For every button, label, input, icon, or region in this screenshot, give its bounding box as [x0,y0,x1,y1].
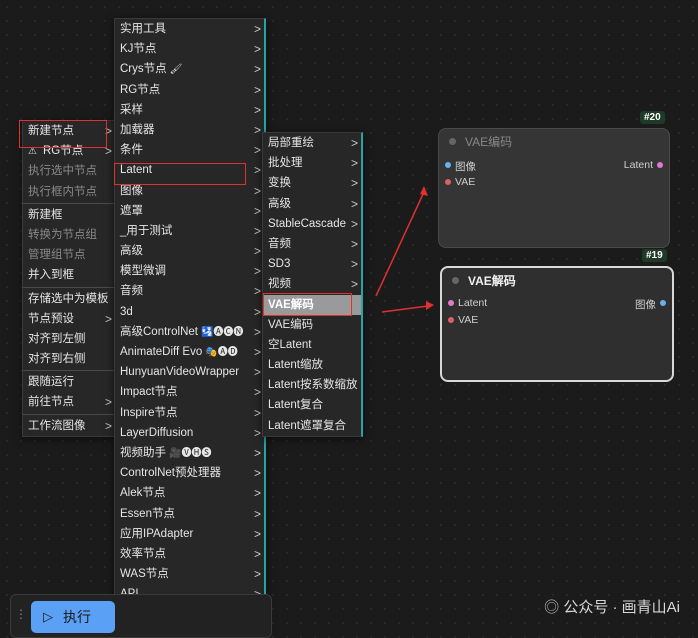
input-latent-label: Latent [458,297,488,309]
node-title-text: VAE解码 [468,274,516,288]
watermark-text: 公众号 · 画青山Ai [563,599,680,616]
arrow-to-encode [375,191,425,297]
output-latent-label: Latent [623,159,653,171]
input-slot-dot[interactable] [448,300,454,306]
node-title: VAE编码 [439,129,669,155]
arrowhead-decode [426,301,434,310]
input-slot-dot[interactable] [445,179,451,185]
arrowhead-encode [420,186,428,196]
node-badge: #19 [642,249,667,262]
vae-decode-node[interactable]: VAE解码 Latent VAE 图像 [440,266,674,382]
output-slot-dot[interactable] [660,300,666,306]
collapse-dot[interactable] [449,138,456,145]
run-label: 执行 [63,609,91,625]
node-badge: #20 [640,111,665,124]
collapse-dot[interactable] [452,277,459,284]
wechat-icon: ◎ [544,599,560,616]
output-slot-dot[interactable] [657,162,663,168]
input-vae-label: VAE [458,314,479,326]
play-icon: ▷ [43,609,53,624]
input-image-label: 图像 [455,161,476,173]
queue-bar: ⋮ ▷ 执行 [10,594,272,638]
run-button[interactable]: ▷ 执行 [31,601,115,633]
vae-encode-node[interactable]: VAE编码 图像 VAE Latent [438,128,670,248]
node-title-text: VAE编码 [465,135,513,149]
watermark: ◎ 公众号 · 画青山Ai [544,596,680,617]
input-slot-dot[interactable] [445,162,451,168]
arrow-to-decode [381,305,429,313]
input-vae-label: VAE [455,176,476,188]
input-slot-dot[interactable] [448,317,454,323]
drag-handle-icon[interactable]: ⋮ [15,607,27,621]
output-image-label: 图像 [635,299,656,311]
node-title: VAE解码 [442,268,672,294]
